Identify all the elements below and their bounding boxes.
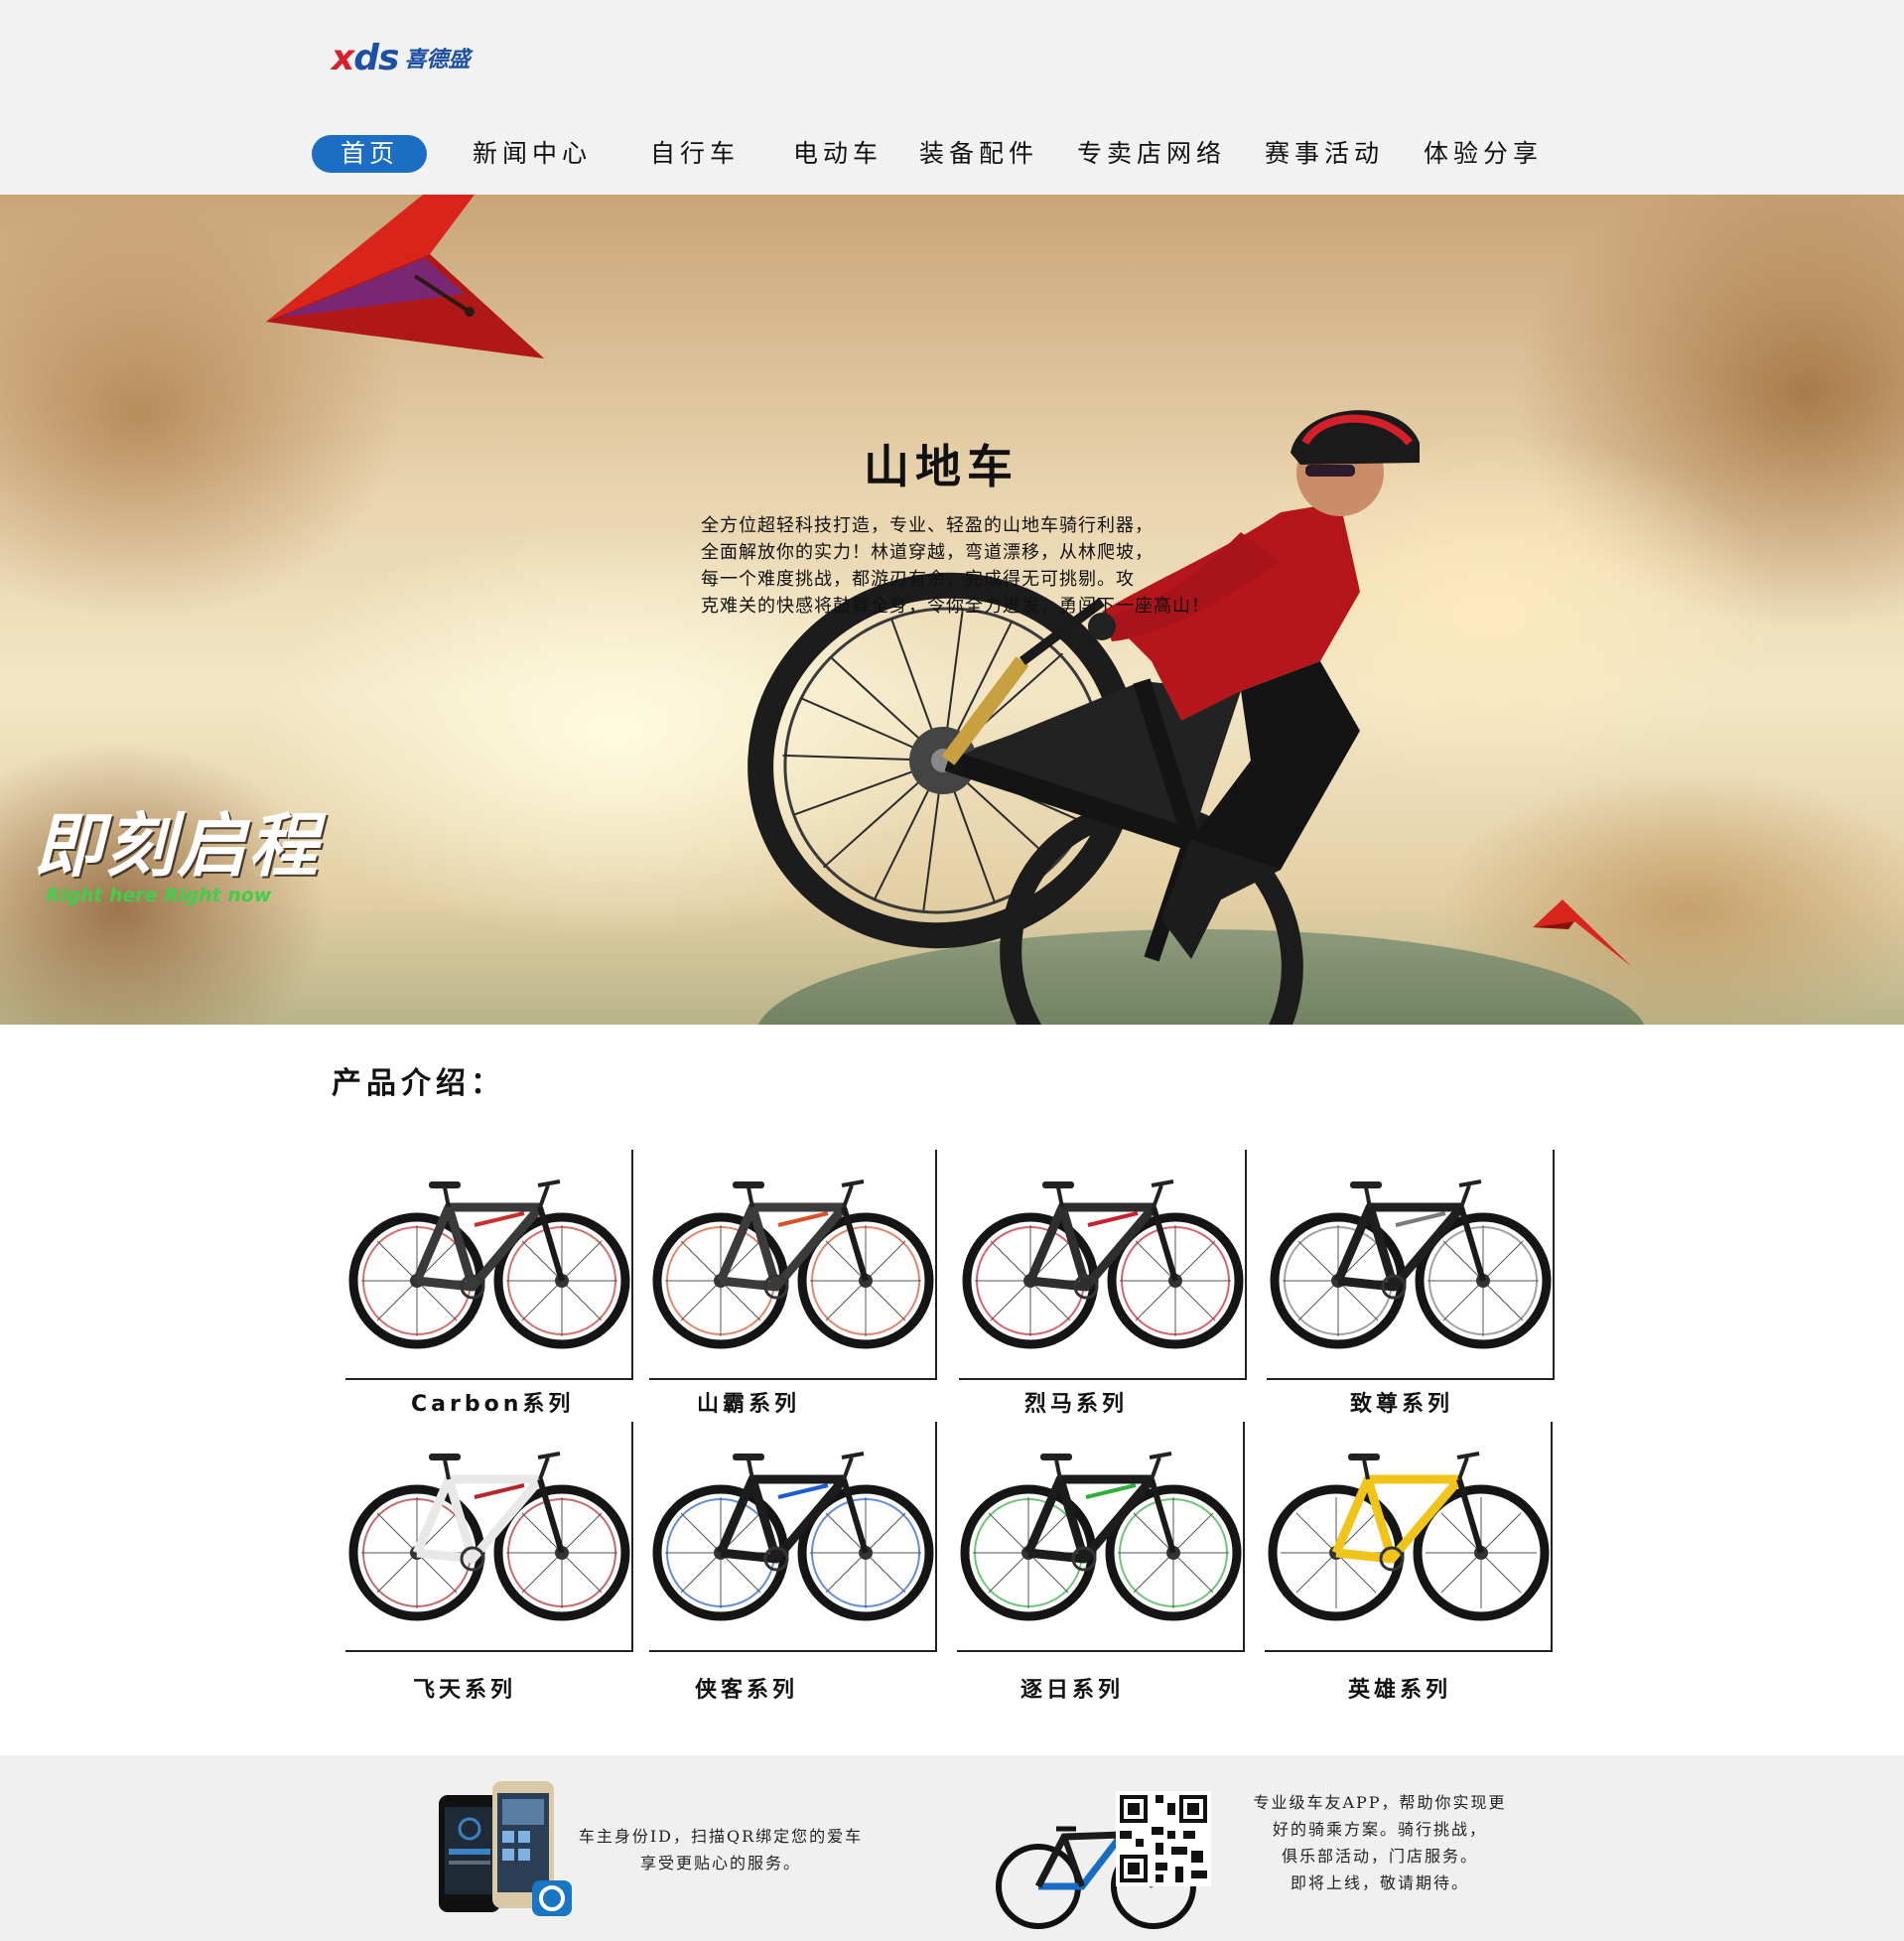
product-series-label[interactable]: 飞天系列: [413, 1672, 516, 1704]
product-series-label[interactable]: Carbon系列: [411, 1386, 574, 1418]
slogan-chinese: 即刻启程: [34, 805, 320, 887]
footer-text-line: 享受更贴心的服务。: [639, 1854, 801, 1872]
hero-description-line: 全方位超轻科技打造，专业、轻盈的山地车骑行利器，: [701, 515, 1154, 536]
product-card[interactable]: [959, 1150, 1247, 1380]
product-series-label[interactable]: 英雄系列: [1348, 1672, 1451, 1704]
logo-mark: xds: [332, 37, 399, 78]
logo-mark-rest: ds: [353, 37, 399, 78]
nav-item-home[interactable]: 首页: [312, 135, 427, 173]
nav-item-events[interactable]: 赛事活动: [1265, 135, 1384, 173]
footer-text-line: 即将上线，敬请期待。: [1290, 1873, 1469, 1892]
qr-code-icon[interactable]: [1116, 1791, 1211, 1886]
nav-item-stores[interactable]: 专卖店网络: [1077, 135, 1226, 173]
footer-text-line: 车主身份ID，扫描QR绑定您的爱车: [578, 1827, 864, 1846]
hero-description: 全方位超轻科技打造，专业、轻盈的山地车骑行利器， 全面解放你的实力！林道穿越，弯…: [701, 512, 1316, 620]
footer-qr-description: 车主身份ID，扫描QR绑定您的爱车 享受更贴心的服务。: [562, 1823, 880, 1876]
nav-item-experience[interactable]: 体验分享: [1424, 135, 1543, 173]
site-footer: 车主身份ID，扫描QR绑定您的爱车 享受更贴心的服务。 专业级车友APP，帮助你…: [0, 1755, 1904, 1941]
hero-description-line: 每一个难度挑战，都游刃有余，完成得无可挑剔。攻: [701, 569, 1135, 590]
product-bike-image: [348, 1452, 630, 1621]
product-card[interactable]: [649, 1422, 937, 1652]
phone-app-icon: [439, 1781, 572, 1916]
product-card[interactable]: [1265, 1422, 1553, 1652]
footer-app-description: 专业级车友APP，帮助你实现更 好的骑乘方案。骑行挑战， 俱乐部活动，门店服务。…: [1231, 1789, 1529, 1896]
hero-description-line: 克难关的快感将鼓舞全身，令你全力迸发，勇闯下一座高山！: [701, 596, 1210, 617]
product-bike-image: [962, 1179, 1244, 1349]
site-header: xds 喜德盛 首页 新闻中心 自行车 电动车 装备配件 专卖店网络 赛事活动 …: [0, 0, 1904, 195]
product-series-label[interactable]: 逐日系列: [1020, 1672, 1124, 1704]
hang-glider-right-image: [1533, 900, 1632, 967]
hero-slogan: 即刻启程 Right here Right now: [34, 790, 320, 906]
nav-item-news[interactable]: 新闻中心: [473, 135, 592, 173]
footer-text-line: 专业级车友APP，帮助你实现更: [1253, 1793, 1507, 1812]
products-section-title: 产品介绍：: [332, 1066, 505, 1101]
nav-item-bicycles[interactable]: 自行车: [650, 135, 740, 173]
hang-glider-left-image: [266, 195, 544, 358]
product-bike-image: [652, 1452, 934, 1621]
footer-text-line: 俱乐部活动，门店服务。: [1281, 1847, 1478, 1866]
product-card[interactable]: [1267, 1150, 1555, 1380]
product-card[interactable]: [957, 1422, 1245, 1652]
logo-chinese-name: 喜德盛: [404, 48, 471, 72]
hero-rider-bike-image: [748, 410, 1420, 1025]
product-bike-image: [652, 1179, 934, 1349]
hero-banner[interactable]: 山地车 全方位超轻科技打造，专业、轻盈的山地车骑行利器， 全面解放你的实力！林道…: [0, 195, 1904, 1025]
product-series-label[interactable]: 致尊系列: [1350, 1386, 1453, 1418]
product-card[interactable]: [345, 1150, 633, 1380]
product-bike-image: [1270, 1179, 1552, 1349]
product-series-label[interactable]: 侠客系列: [695, 1672, 798, 1704]
footer-text-line: 好的骑乘方案。骑行挑战，: [1272, 1820, 1487, 1839]
product-bike-image: [960, 1452, 1242, 1621]
nav-item-accessories[interactable]: 装备配件: [919, 135, 1038, 173]
product-series-label[interactable]: 烈马系列: [1024, 1386, 1128, 1418]
nav-item-ebikes[interactable]: 电动车: [793, 135, 883, 173]
product-card[interactable]: [649, 1150, 937, 1380]
hero-title: 山地车: [864, 440, 1019, 493]
product-bike-image: [1268, 1452, 1550, 1621]
product-card[interactable]: [345, 1422, 633, 1652]
hero-description-line: 全面解放你的实力！林道穿越，弯道漂移，从林爬坡，: [701, 542, 1154, 563]
product-series-label[interactable]: 山霸系列: [697, 1386, 800, 1418]
product-bike-image: [348, 1179, 630, 1349]
brand-logo[interactable]: xds 喜德盛: [332, 37, 471, 78]
